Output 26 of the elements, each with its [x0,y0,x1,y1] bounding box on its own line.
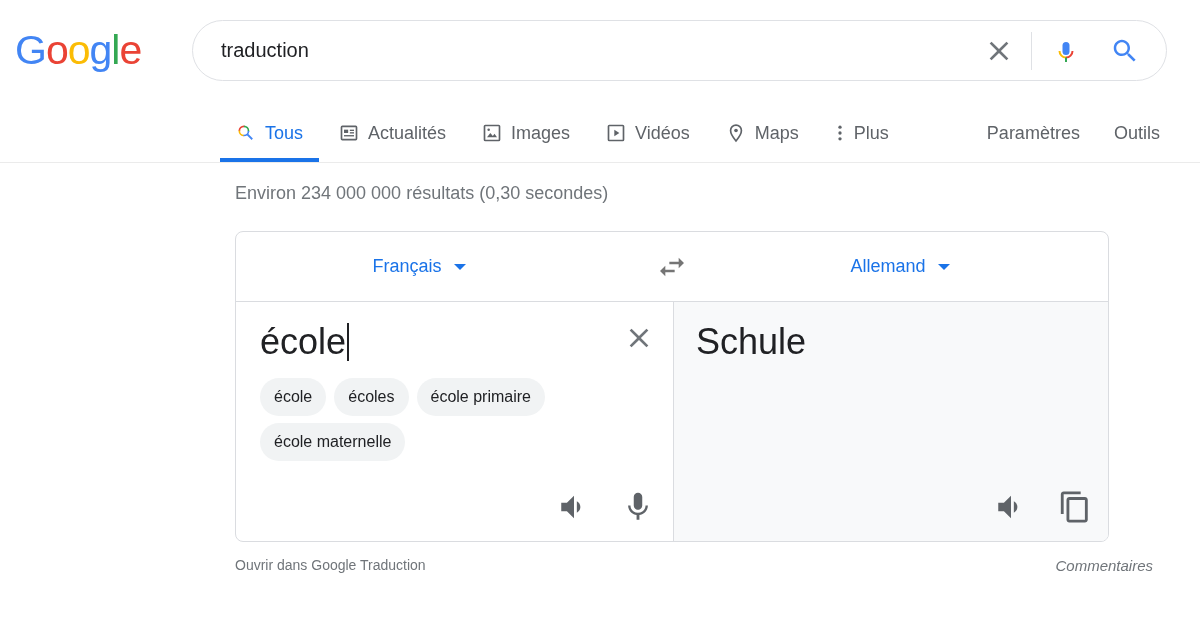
language-selector[interactable]: Français [372,256,466,277]
language-selector[interactable]: Allemand [850,256,950,277]
tab[interactable]: Actualités [323,104,463,162]
tools-link[interactable]: Paramètres [970,104,1096,158]
image-icon [482,123,503,143]
newspaper-icon [339,123,360,143]
suggestion-chip[interactable]: école maternelle [260,423,406,461]
tab[interactable]: Images [466,104,587,162]
play-icon [606,123,627,143]
dropdown-caret-icon [937,263,950,270]
logo[interactable]: Google [0,30,192,71]
tools-link[interactable]: Outils [1097,104,1176,158]
result-stats: Environ 234 000 000 résultats (0,30 secondes) [235,183,609,203]
tab[interactable]: Plus [818,104,905,162]
translated-text: Schule [696,320,808,364]
open-translate-link[interactable]: Ouvrir dans Google Traduction [235,557,426,574]
tab[interactable]: Tous [220,104,320,162]
tab[interactable]: Maps [709,104,815,162]
source-text-field[interactable]: école [260,320,349,364]
suggestion-chip[interactable]: école primaire [416,378,545,416]
search-icon [236,123,256,143]
suggestion-chip[interactable]: école [260,378,327,416]
dropdown-caret-icon [453,263,466,270]
suggestion-chip[interactable]: écoles [334,378,409,416]
feedback-link[interactable]: Commentaires [1055,557,1153,574]
tab[interactable]: Vidéos [590,104,706,162]
